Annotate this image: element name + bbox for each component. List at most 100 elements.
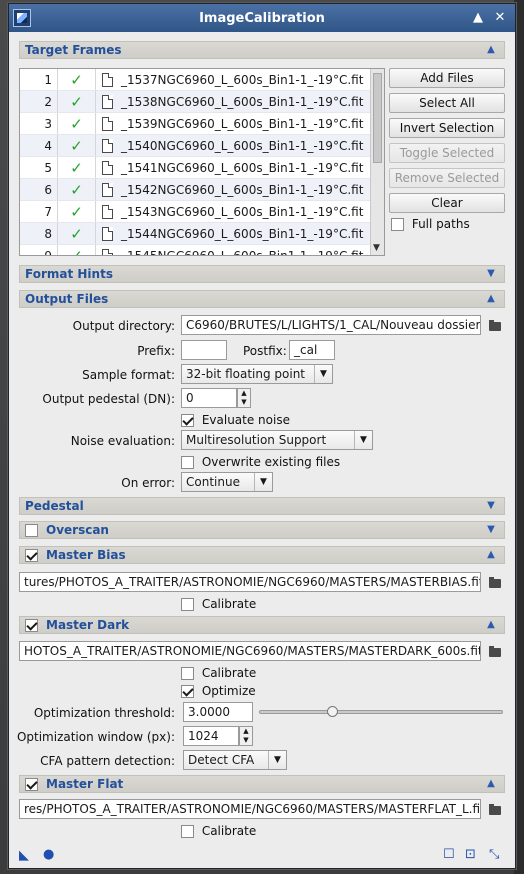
collapse-icon[interactable]: ▲ (484, 548, 498, 562)
section-master-dark[interactable]: Master Dark ▲ (19, 616, 505, 634)
master-bias-path-input[interactable]: tures/PHOTOS_A_TRAITER/ASTRONOMIE/NGC696… (19, 572, 481, 592)
section-overscan[interactable]: Overscan ▼ (19, 521, 505, 539)
section-output-files[interactable]: Output Files ▲ (19, 290, 505, 308)
chevron-down-icon: ▼ (354, 431, 372, 449)
table-row[interactable]: 4 ✓ _1540NGC6960_L_600s_Bin1-1_-19°C.fit (20, 135, 384, 157)
new-instance-icon[interactable]: ◣ (19, 848, 29, 863)
table-row[interactable]: 5 ✓ _1541NGC6960_L_600s_Bin1-1_-19°C.fit (20, 157, 384, 179)
optimization-threshold-slider[interactable] (259, 710, 503, 714)
slider-handle[interactable] (327, 706, 339, 717)
section-pedestal[interactable]: Pedestal ▼ (19, 497, 505, 515)
table-row[interactable]: 6 ✓ _1542NGC6960_L_600s_Bin1-1_-19°C.fit (20, 179, 384, 201)
master-dark-checkbox[interactable] (25, 618, 38, 632)
postfix-input[interactable]: _cal (289, 340, 335, 360)
remove-selected-button[interactable]: Remove Selected (389, 168, 505, 188)
dark-optimize-box[interactable] (181, 685, 194, 698)
evaluate-noise-box[interactable] (181, 414, 194, 427)
file-icon (102, 116, 113, 131)
section-master-flat[interactable]: Master Flat ▲ (19, 775, 505, 793)
section-target-frames[interactable]: Target Frames ▲ (19, 41, 505, 59)
folder-icon[interactable] (489, 646, 501, 657)
flat-calibrate-checkbox[interactable]: Calibrate (181, 824, 256, 838)
target-frames-list[interactable]: 1 ✓ _1537NGC6960_L_600s_Bin1-1_-19°C.fit 2 ✓… (19, 68, 385, 256)
on-error-select[interactable]: Continue ▼ (181, 472, 273, 492)
sample-format-label: Sample format: (82, 368, 175, 382)
master-flat-checkbox[interactable] (25, 777, 38, 791)
close-icon[interactable]: ✕ (491, 9, 509, 27)
dark-optimize-checkbox[interactable]: Optimize (181, 684, 256, 698)
shade-window-icon[interactable]: ▲ (469, 9, 487, 27)
app-icon[interactable] (13, 9, 31, 27)
list-scrollbar[interactable]: ▼ (370, 69, 384, 255)
full-paths-box[interactable] (391, 218, 404, 231)
sample-format-select[interactable]: 32-bit floating point ▼ (181, 364, 333, 384)
folder-icon[interactable] (489, 577, 501, 588)
enabled-check-icon[interactable]: ✓ (58, 91, 96, 112)
master-dark-path-input[interactable]: HOTOS_A_TRAITER/ASTRONOMIE/NGC6960/MASTE… (19, 641, 481, 661)
output-pedestal-input[interactable]: 0 (181, 388, 237, 408)
section-format-hints[interactable]: Format Hints ▼ (19, 265, 505, 283)
full-paths-checkbox[interactable]: Full paths (391, 217, 470, 231)
enabled-check-icon[interactable]: ✓ (58, 201, 96, 222)
expand-icon[interactable]: ▼ (484, 499, 498, 513)
frame-file: _1537NGC6960_L_600s_Bin1-1_-19°C.fit (96, 69, 363, 90)
select-all-button[interactable]: Select All (389, 93, 505, 113)
overwrite-checkbox[interactable]: Overwrite existing files (181, 455, 340, 469)
expand-icon[interactable]: ▼ (484, 267, 498, 281)
dark-calibrate-box[interactable] (181, 667, 194, 680)
table-row[interactable]: 3 ✓ _1539NGC6960_L_600s_Bin1-1_-19°C.fit (20, 113, 384, 135)
bias-calibrate-box[interactable] (181, 598, 194, 611)
overwrite-box[interactable] (181, 456, 194, 469)
master-flat-path-input[interactable]: res/PHOTOS_A_TRAITER/ASTRONOMIE/NGC6960/… (19, 799, 481, 819)
collapse-icon[interactable]: ▲ (484, 43, 498, 57)
dark-calibrate-checkbox[interactable]: Calibrate (181, 666, 256, 680)
preview-icon[interactable]: ☐ (443, 847, 455, 862)
scrollbar-thumb[interactable] (373, 73, 382, 163)
optimization-threshold-input[interactable]: 3.0000 (183, 702, 253, 722)
optimization-window-input[interactable]: 1024 (183, 726, 239, 746)
resize-icon[interactable]: ⤡ (489, 847, 499, 862)
overscan-checkbox[interactable] (25, 523, 38, 537)
enabled-check-icon[interactable]: ✓ (58, 223, 96, 244)
folder-icon[interactable] (489, 804, 501, 815)
collapse-icon[interactable]: ▲ (484, 292, 498, 306)
window-spinner[interactable]: ▲ ▼ (239, 726, 253, 746)
output-directory-input[interactable]: C6960/BRUTES/L/LIGHTS/1_CAL/Nouveau doss… (181, 315, 481, 335)
table-row[interactable]: 1 ✓ _1537NGC6960_L_600s_Bin1-1_-19°C.fit (20, 69, 384, 91)
enabled-check-icon[interactable]: ✓ (58, 157, 96, 178)
clear-button[interactable]: Clear (389, 193, 505, 213)
evaluate-noise-checkbox[interactable]: Evaluate noise (181, 413, 290, 427)
overwrite-label: Overwrite existing files (201, 455, 341, 469)
window-title: ImageCalibration (199, 10, 325, 26)
collapse-icon[interactable]: ▲ (484, 777, 498, 791)
table-row[interactable]: 2 ✓ _1538NGC6960_L_600s_Bin1-1_-19°C.fit (20, 91, 384, 113)
pedestal-spinner[interactable]: ▲ ▼ (237, 388, 251, 408)
enabled-check-icon[interactable]: ✓ (58, 113, 96, 134)
apply-global-icon[interactable]: ● (43, 847, 54, 862)
enabled-check-icon[interactable]: ✓ (58, 135, 96, 156)
enabled-check-icon[interactable]: ✓ (58, 179, 96, 200)
section-master-bias[interactable]: Master Bias ▲ (19, 546, 505, 564)
title-bar[interactable]: ImageCalibration ▲ ✕ (9, 4, 515, 32)
collapse-icon[interactable]: ▲ (484, 618, 498, 632)
table-row[interactable]: 9 ✓ _1545NGC6960_L_600s_Bin1-1_-19°C.fit (20, 245, 384, 255)
flat-calibrate-box[interactable] (181, 825, 194, 838)
cfa-detection-select[interactable]: Detect CFA ▼ (183, 750, 287, 770)
expand-icon[interactable]: ▼ (484, 523, 498, 537)
master-bias-checkbox[interactable] (25, 548, 38, 562)
section-title: Output Files (25, 292, 109, 306)
bias-calibrate-checkbox[interactable]: Calibrate (181, 597, 256, 611)
folder-icon[interactable] (489, 320, 501, 331)
frame-filename: _1538NGC6960_L_600s_Bin1-1_-19°C.fit (121, 94, 364, 109)
toggle-selected-button[interactable]: Toggle Selected (389, 143, 505, 163)
scroll-down-icon[interactable]: ▼ (373, 243, 380, 253)
add-files-button[interactable]: Add Files (389, 68, 505, 88)
edit-instance-icon[interactable]: ⊡ (465, 847, 476, 862)
enabled-check-icon[interactable]: ✓ (58, 245, 96, 255)
prefix-input[interactable] (181, 340, 227, 360)
enabled-check-icon[interactable]: ✓ (58, 69, 96, 90)
table-row[interactable]: 7 ✓ _1543NGC6960_L_600s_Bin1-1_-19°C.fit (20, 201, 384, 223)
noise-evaluation-select[interactable]: Multiresolution Support ▼ (181, 430, 373, 450)
invert-selection-button[interactable]: Invert Selection (389, 118, 505, 138)
table-row[interactable]: 8 ✓ _1544NGC6960_L_600s_Bin1-1_-19°C.fit (20, 223, 384, 245)
